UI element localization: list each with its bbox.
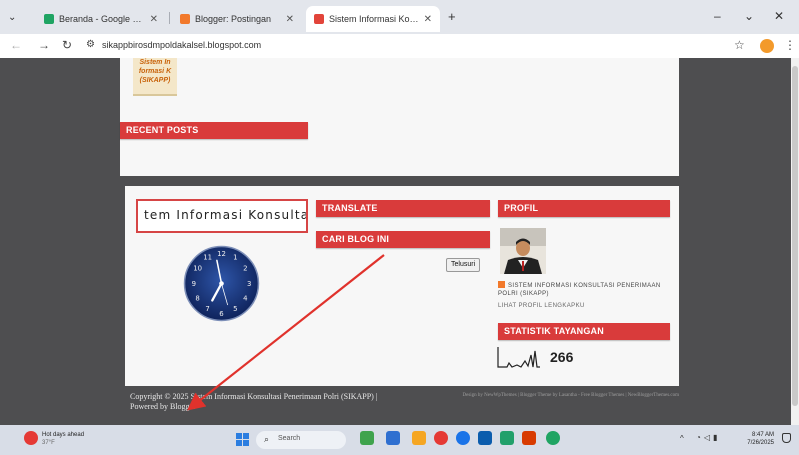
tab-separator — [169, 12, 170, 24]
profile-photo[interactable] — [500, 228, 546, 274]
svg-text:1: 1 — [233, 254, 237, 262]
svg-text:8: 8 — [195, 294, 199, 302]
tab-label: Beranda - Google Drive — [59, 14, 145, 24]
tab-close-icon[interactable]: ✕ — [286, 14, 294, 25]
blogger-logo-icon — [498, 281, 505, 288]
svg-text:12: 12 — [217, 250, 226, 258]
svg-text:11: 11 — [203, 254, 212, 262]
profile-heading: PROFIL — [498, 200, 670, 217]
search-icon: ⌕ — [264, 434, 270, 444]
powered-by-link[interactable]: Powered by Blogger — [130, 402, 377, 412]
opera-icon[interactable] — [434, 431, 448, 445]
recent-posts-heading: RECENT POSTS — [120, 122, 308, 139]
notification-bell-icon[interactable] — [782, 433, 791, 443]
profile-name-text[interactable]: SISTEM INFORMASI KONSULTASI PENERIMAAN P… — [498, 283, 661, 297]
address-bar: ← → ↻ ⚙ sikappbirosdmpoldakalsel.blogspo… — [0, 34, 799, 58]
excel-app-icon[interactable] — [500, 431, 514, 445]
copyright-text: Copyright © 2025 Sistem Informasi Konsul… — [130, 392, 378, 401]
google-drive-icon — [44, 14, 54, 24]
reload-icon[interactable]: ↻ — [62, 38, 72, 52]
marquee-text: tem Informasi Konsulta — [144, 208, 308, 222]
new-tab-button[interactable]: + — [448, 9, 456, 24]
clock-date: 7/26/2025 — [747, 440, 774, 446]
chrome-profile-icon[interactable] — [546, 431, 560, 445]
blogger-icon — [180, 14, 190, 24]
logo-line: Sistem In — [139, 59, 171, 66]
profile-name[interactable]: SISTEM INFORMASI KONSULTASI PENERIMAAN P… — [498, 281, 668, 298]
search-button[interactable]: Telusuri — [446, 258, 481, 272]
svg-text:10: 10 — [193, 264, 202, 272]
pageview-count: 266 — [550, 349, 574, 365]
back-arrow-icon[interactable]: ← — [10, 38, 22, 52]
search-blog-heading: CARI BLOG INI — [316, 231, 490, 248]
chrome-icon[interactable] — [456, 431, 470, 445]
taskbar-search-placeholder: Search — [278, 435, 301, 442]
pageview-sparkline — [497, 347, 540, 368]
site-favicon-icon — [314, 14, 324, 24]
profile-avatar[interactable] — [760, 39, 774, 53]
widgets-app-icon[interactable] — [360, 431, 374, 445]
start-menu-icon[interactable] — [236, 433, 249, 446]
svg-text:3: 3 — [247, 280, 251, 288]
bookmark-star-icon[interactable]: ☆ — [734, 38, 745, 52]
tab-label: Blogger: Postingan — [195, 14, 272, 24]
tab-label: Sistem Informasi Konsultasi Pe — [329, 14, 419, 24]
taskbar-clock[interactable]: 8:47 AM 7/26/2025 — [738, 431, 774, 447]
footer-copyright: Copyright © 2025 Sistem Informasi Konsul… — [130, 392, 377, 412]
tray-network-volume-battery-icons[interactable]: ◔◁▮ — [696, 433, 720, 442]
svg-text:5: 5 — [233, 305, 237, 313]
taskbar-search[interactable]: ⌕ Search — [256, 431, 346, 449]
file-explorer-icon[interactable] — [412, 431, 426, 445]
site-settings-icon[interactable]: ⚙ — [86, 39, 95, 50]
upper-content-panel — [120, 58, 679, 176]
weather-temperature: 37°F — [42, 440, 55, 446]
svg-text:2: 2 — [243, 264, 247, 272]
stats-heading: STATISTIK TAYANGAN — [498, 323, 670, 340]
view-profile-link[interactable]: LIHAT PROFIL LENGKAPKU — [498, 303, 585, 309]
analog-clock-widget: 12 12 3 45 6 78 9 1011 — [183, 245, 260, 322]
tab-google-drive[interactable]: Beranda - Google Drive ✕ — [36, 6, 166, 32]
word-app-icon[interactable] — [478, 431, 492, 445]
logo-line: (SIKAPP) — [139, 77, 171, 84]
tab-search-icon[interactable]: ⌄ — [8, 12, 16, 23]
tab-sikapp[interactable]: Sistem Informasi Konsultasi Pe ✕ — [306, 6, 440, 32]
sikapp-logo[interactable]: Sistem In formasi K (SIKAPP) — [133, 58, 177, 96]
translate-heading: TRANSLATE — [316, 200, 490, 217]
screen: ⌄ Beranda - Google Drive ✕ Blogger: Post… — [0, 0, 799, 455]
weather-alert-icon[interactable] — [24, 431, 38, 445]
footer-design-credit[interactable]: Design by NewWpThemes | Blogger Theme by… — [455, 392, 679, 399]
tray-overflow-icon[interactable]: ^ — [680, 434, 684, 443]
powerpoint-app-icon[interactable] — [522, 431, 536, 445]
weather-widget[interactable]: Hot days ahead 37°F — [42, 431, 84, 447]
tab-blogger[interactable]: Blogger: Postingan ✕ — [172, 6, 302, 32]
svg-text:4: 4 — [243, 294, 248, 302]
forward-arrow-icon[interactable]: → — [38, 38, 50, 52]
close-window-button[interactable]: ✕ — [774, 9, 784, 23]
svg-text:9: 9 — [192, 280, 196, 288]
browser-tab-bar: ⌄ Beranda - Google Drive ✕ Blogger: Post… — [0, 0, 799, 34]
weather-title: Hot days ahead — [42, 432, 85, 438]
task-view-icon[interactable] — [386, 431, 400, 445]
logo-line: formasi K — [138, 68, 172, 75]
scrollbar-thumb[interactable] — [792, 66, 798, 406]
clock-time: 8:47 AM — [751, 432, 774, 438]
menu-kebab-icon[interactable]: ⋮ — [784, 38, 796, 52]
tab-close-icon[interactable]: ✕ — [150, 14, 158, 25]
restore-button[interactable]: ⌄ — [744, 9, 754, 23]
tab-close-icon[interactable]: ✕ — [424, 14, 432, 25]
marquee-text-box: tem Informasi Konsulta — [136, 199, 308, 233]
svg-text:7: 7 — [205, 305, 209, 313]
svg-text:6: 6 — [219, 310, 223, 318]
windows-taskbar: Hot days ahead 37°F ⌕ Search ^ ◔◁▮ 8:47 … — [0, 425, 799, 455]
minimize-button[interactable]: – — [714, 9, 721, 23]
url-field[interactable]: sikappbirosdmpoldakalsel.blogspot.com — [102, 40, 261, 50]
